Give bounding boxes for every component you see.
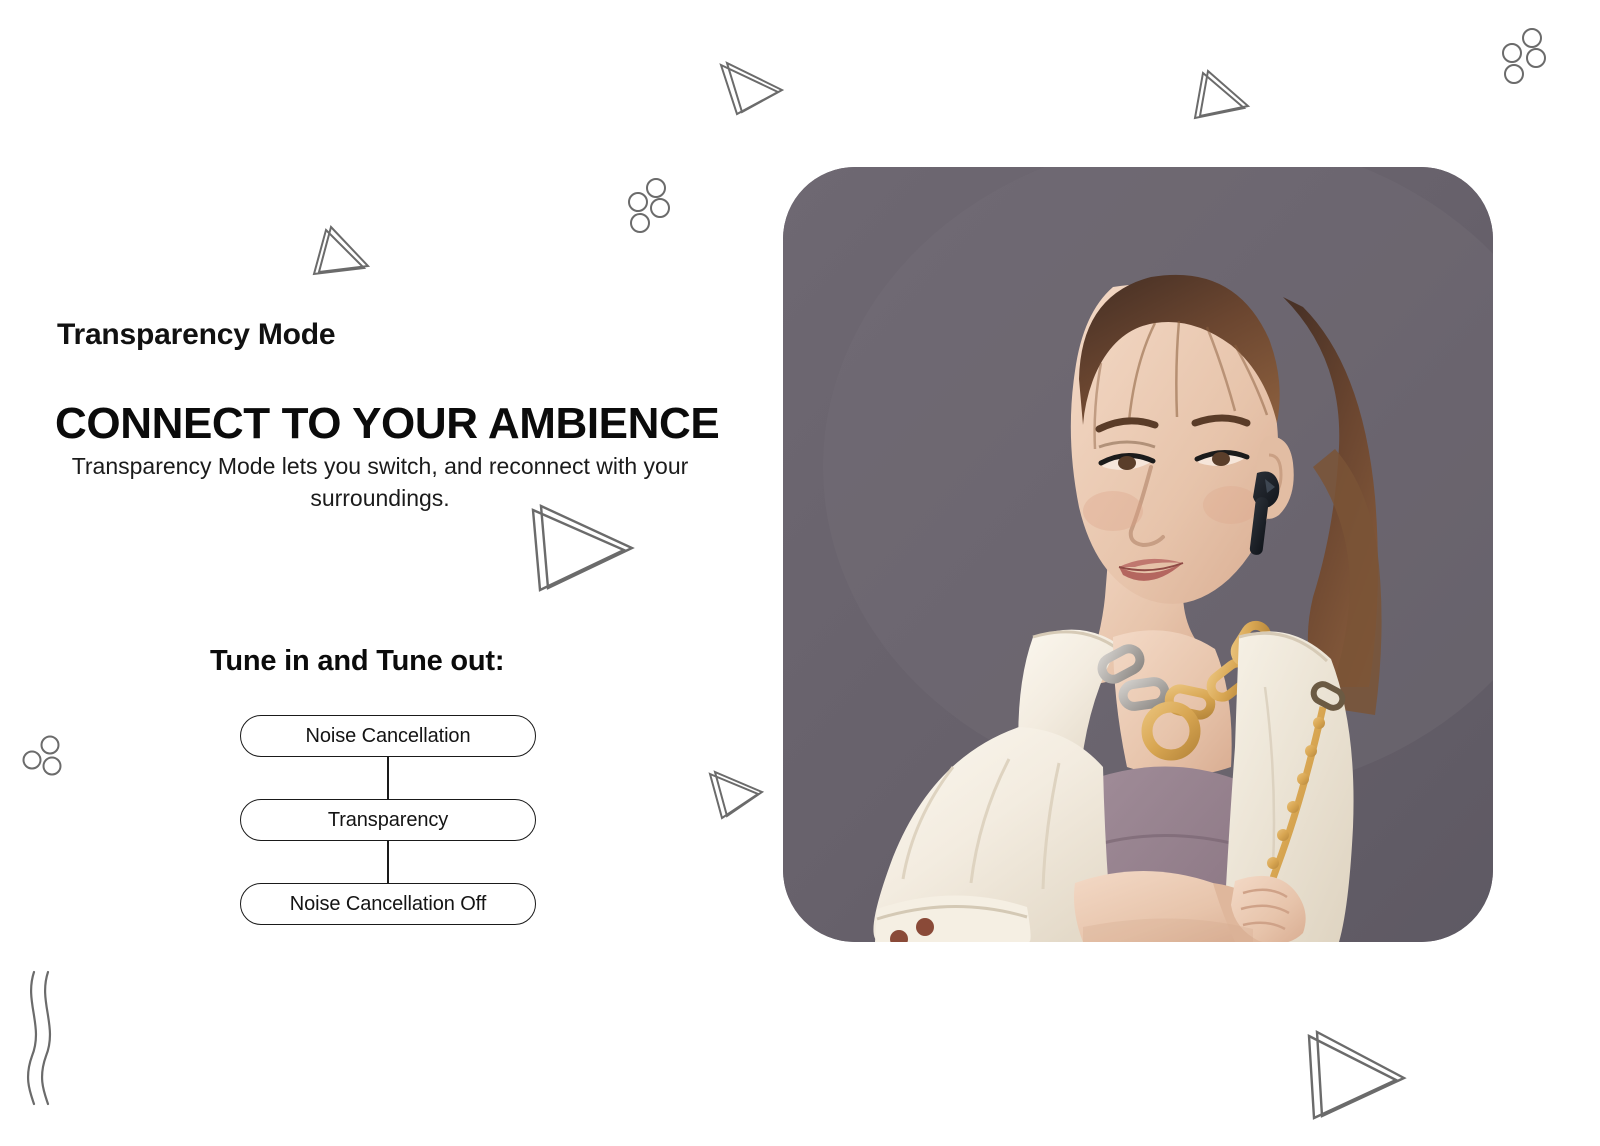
flow-step-noise-cancellation-off[interactable]: Noise Cancellation Off: [240, 883, 536, 926]
flow-title: Tune in and Tune out:: [210, 645, 505, 677]
flow-diagram: Tune in and Tune out: Noise Cancellation…: [205, 645, 570, 926]
slide-canvas: Transparency Mode CONNECT TO YOUR AMBIEN…: [0, 0, 1600, 1146]
flow-step-stack: Noise Cancellation Transparency Noise Ca…: [240, 715, 536, 926]
eyebrow-label: Transparency Mode: [57, 318, 336, 351]
page-title: CONNECT TO YOUR AMBIENCE: [55, 399, 720, 449]
hero-photo-illustration: [783, 167, 1493, 942]
flow-step-transparency[interactable]: Transparency: [240, 799, 536, 842]
subcopy-text: Transparency Mode lets you switch, and r…: [71, 453, 689, 511]
flow-connector-2: [387, 841, 389, 884]
circles-top-right-icon: [1498, 28, 1558, 86]
triangle-top-right-icon: [1186, 68, 1251, 124]
hero-photo: [783, 167, 1493, 942]
flow-connector-1: [387, 757, 389, 800]
flow-step-noise-cancellation[interactable]: Noise Cancellation: [240, 715, 536, 758]
triangle-bottom-right-icon: [1304, 1018, 1408, 1120]
text-column: Transparency Mode CONNECT TO YOUR AMBIEN…: [0, 0, 760, 1146]
